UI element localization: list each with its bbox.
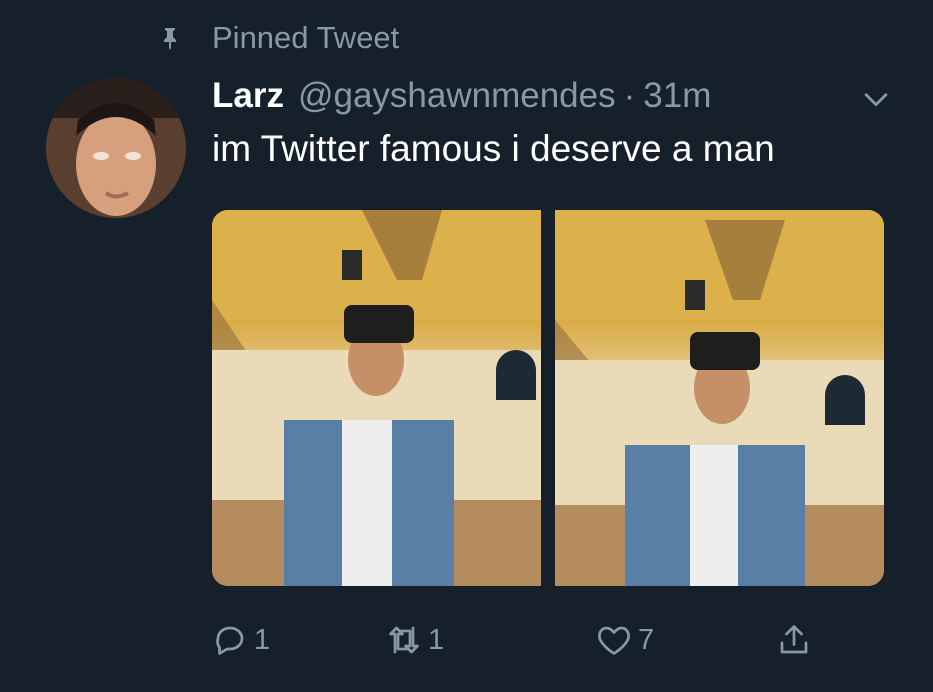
retweet-icon [389,626,419,654]
tweet-photo[interactable] [555,210,884,586]
pin-icon [164,28,176,50]
tweet-photo[interactable] [212,210,541,586]
reply-button[interactable]: 1 [212,618,270,662]
separator: · [623,76,636,115]
tweet-media [212,210,884,586]
like-count: 7 [638,623,655,656]
share-button[interactable] [776,618,818,662]
retweet-count: 1 [428,623,445,656]
chevron-down-icon[interactable] [859,82,893,116]
reply-icon [216,626,244,655]
display-name[interactable]: Larz [212,76,284,116]
heart-icon [598,626,630,655]
user-handle[interactable]: @gayshawnmendes [298,76,616,116]
timestamp[interactable]: 31m [643,76,711,116]
pinned-tweet-indicator: Pinned Tweet [158,18,399,58]
tweet-header: Larz @gayshawnmendes · 31m [212,72,893,120]
tweet-actions: 1 1 7 [212,618,832,662]
like-button[interactable]: 7 [596,618,654,662]
reply-count: 1 [254,623,271,656]
share-icon [780,625,808,654]
tweet-text: im Twitter famous i deserve a man [212,128,775,169]
retweet-button[interactable]: 1 [386,618,444,662]
avatar[interactable] [46,78,186,218]
pinned-label: Pinned Tweet [212,20,400,55]
